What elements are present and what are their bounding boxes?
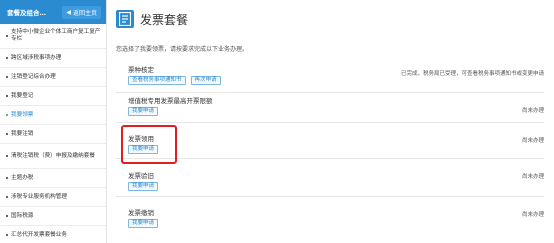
task-status: 已完成，税务局已受理，可查看税务事项通知书或变更申请 (400, 71, 544, 77)
sidebar-item-agency[interactable]: 涉税专业服务机构管理 (0, 188, 106, 207)
sidebar-item-label: 国际税源 (11, 212, 34, 219)
task-row-invoice-verify: 发票验旧 我要申请 尚未办理 (116, 159, 544, 197)
sidebar-item-theme[interactable]: 主题办税 (0, 169, 106, 188)
apply-button[interactable]: 我要申请 (128, 182, 159, 191)
task-name: 发票领用 (128, 135, 154, 143)
sidebar: 套餐及组合… ◀ 返回主页 支持中小微企业个体工商户复工复产专栏 跨区域涉税事项… (0, 0, 107, 243)
sidebar-item-label: 清税注销税（费）申报及缴纳套餐 (11, 152, 95, 159)
sidebar-item-label: 支持中小微企业个体工商户复工复产专栏 (11, 29, 101, 42)
sidebar-item-label: 我要领票 (11, 111, 34, 118)
sidebar-item-summary-invoice[interactable]: 汇总代开发票套餐业务 (0, 226, 106, 243)
task-status: 尚未办理 (521, 108, 544, 114)
task-row-vat-limit: 增值税专用发票最高开票限额 我要申请 尚未办理 (116, 93, 544, 123)
sidebar-item-label: 主题办税 (11, 174, 34, 181)
task-row-invoice-cancel: 发票缴销 我要申请 尚未办理 (116, 197, 544, 233)
document-icon (116, 10, 134, 28)
task-row-ticket-type: 票种核定 查看税务事项通知书 再次申请 已完成，税务局已受理，可查看税务事项通知… (116, 62, 544, 93)
sidebar-item-label: 我要登记 (11, 92, 34, 99)
view-notice-button[interactable]: 查看税务事项通知书 (128, 76, 186, 85)
sidebar-item-label: 涉税专业服务机构管理 (11, 193, 67, 200)
main-panel: 发票套餐 您选择了我要领票，请按要求完成以下业务办理。 票种核定 查看税务事项通… (112, 0, 554, 243)
task-name: 发票缴销 (128, 209, 154, 217)
instruction-text: 您选择了我要领票，请按要求完成以下业务办理。 (116, 46, 249, 53)
highlight-box (121, 125, 177, 164)
page-header: 发票套餐 (116, 10, 188, 28)
task-row-invoice-collect: 发票领用 我要申请 尚未办理 (116, 123, 544, 159)
sidebar-item-register[interactable]: 我要登记 (0, 87, 106, 106)
task-name: 增值税专用发票最高开票限额 (128, 97, 213, 105)
page-title: 发票套餐 (140, 12, 189, 27)
sidebar-header: 套餐及组合… ◀ 返回主页 (0, 0, 106, 24)
sidebar-menu: 支持中小微企业个体工商户复工复产专栏 跨区域涉税事项办理 注销登记综合办理 我要… (0, 24, 106, 243)
sidebar-item-covid-support[interactable]: 支持中小微企业个体工商户复工复产专栏 (0, 24, 106, 49)
apply-button[interactable]: 我要申请 (128, 107, 159, 116)
sidebar-item-label: 注销登记综合办理 (11, 73, 56, 80)
task-list: 票种核定 查看税务事项通知书 再次申请 已完成，税务局已受理，可查看税务事项通知… (116, 62, 544, 233)
sidebar-item-deregistration[interactable]: 注销登记综合办理 (0, 68, 106, 87)
back-home-label: 返回主页 (72, 9, 97, 17)
task-status: 尚未办理 (521, 138, 544, 144)
sidebar-item-get-invoice[interactable]: 我要领票 (0, 106, 106, 125)
arrow-left-icon: ◀ (66, 8, 71, 16)
sidebar-title: 套餐及组合… (7, 9, 46, 17)
sidebar-item-intl-tax[interactable]: 国际税源 (0, 207, 106, 226)
sidebar-item-cross-region[interactable]: 跨区域涉税事项办理 (0, 49, 106, 68)
reapply-button[interactable]: 再次申请 (190, 76, 221, 85)
sidebar-item-tax-clearance[interactable]: 清税注销税（费）申报及缴纳套餐 (0, 144, 106, 169)
task-status: 尚未办理 (521, 212, 544, 218)
apply-button[interactable]: 我要申请 (128, 219, 159, 228)
task-status: 尚未办理 (521, 174, 544, 180)
task-name: 发票验旧 (128, 172, 154, 180)
sidebar-item-cancel[interactable]: 我要注销 (0, 125, 106, 144)
back-home-button[interactable]: ◀ 返回主页 (62, 5, 101, 19)
sidebar-item-label: 汇总代开发票套餐业务 (11, 231, 67, 238)
sidebar-item-label: 我要注销 (11, 130, 34, 137)
sidebar-item-label: 跨区域涉税事项办理 (11, 54, 62, 61)
